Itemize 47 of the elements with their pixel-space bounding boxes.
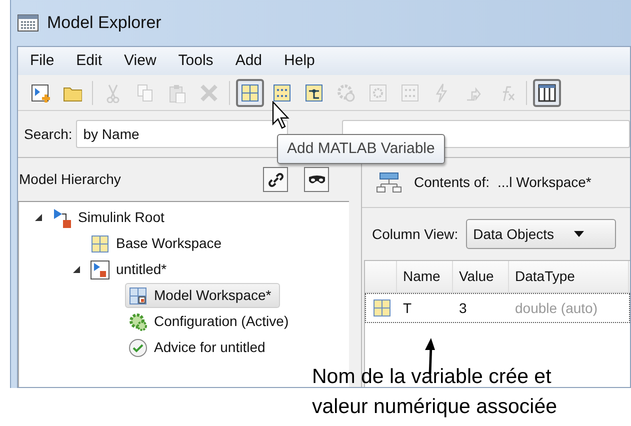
model-workspace-icon — [128, 286, 148, 306]
column-view-label: Column View: — [372, 224, 458, 244]
window-app-icon — [17, 14, 39, 32]
tree-item[interactable]: Configuration (Active) — [125, 309, 298, 334]
check-icon — [128, 338, 148, 358]
tree-item[interactable]: Simulink Root — [49, 205, 174, 230]
table-cell-text: T — [402, 298, 413, 318]
annotation-text: Nom de la variable crée et — [312, 364, 552, 390]
variable-grid-icon — [372, 298, 392, 318]
contents-label: Contents of: — [414, 173, 490, 192]
contents-path: ...l Workspace* — [498, 173, 592, 192]
annotation-text: valeur numérique associée — [312, 394, 557, 420]
pane-title: Model Hierarchy — [19, 170, 122, 189]
hierarchy-icon — [376, 172, 402, 194]
tree-item[interactable]: Base Workspace — [87, 231, 231, 256]
tree-item[interactable]: untitled* — [87, 257, 176, 282]
menu-item[interactable]: Tools — [170, 50, 222, 72]
table-row[interactable]: T 3 double (auto) — [365, 293, 630, 323]
expanded-arrow-icon[interactable] — [72, 266, 80, 273]
column-header[interactable]: DataType — [509, 261, 629, 292]
column-header[interactable]: Value — [453, 261, 509, 292]
workspace-grid-icon — [90, 234, 110, 254]
model-icon — [90, 260, 110, 280]
menu-item[interactable]: View — [116, 50, 164, 72]
mask-icon[interactable] — [304, 167, 329, 192]
search-field[interactable]: by Name — [76, 120, 288, 148]
table-cell-text: double (auto) — [514, 298, 599, 318]
tree-item[interactable]: Advice for untitled — [125, 335, 274, 360]
dropdown-arrow-icon — [574, 231, 584, 237]
menu-item[interactable]: Edit — [68, 50, 110, 72]
menu-item[interactable]: File — [22, 50, 62, 72]
menu-item[interactable]: Add — [227, 50, 270, 72]
menu-item[interactable]: Help — [276, 50, 323, 72]
column-view-dropdown[interactable]: Data Objects — [466, 219, 616, 249]
mouse-cursor-icon — [272, 101, 292, 131]
window-title: Model Explorer — [47, 12, 162, 34]
tooltip: Add MATLAB Variable — [277, 134, 445, 164]
search-label: Search: — [24, 124, 72, 144]
table-cell-text: 3 — [458, 298, 468, 318]
columns-view-icon[interactable] — [533, 78, 561, 106]
variable-grid-icon[interactable] — [236, 78, 264, 106]
tree-item[interactable]: Model Workspace* — [125, 283, 280, 308]
expanded-arrow-icon[interactable] — [34, 214, 42, 221]
column-header[interactable]: Name — [397, 261, 453, 292]
simulink-root-icon — [52, 208, 72, 228]
gear-icon — [128, 312, 148, 332]
link-icon[interactable] — [263, 167, 288, 192]
